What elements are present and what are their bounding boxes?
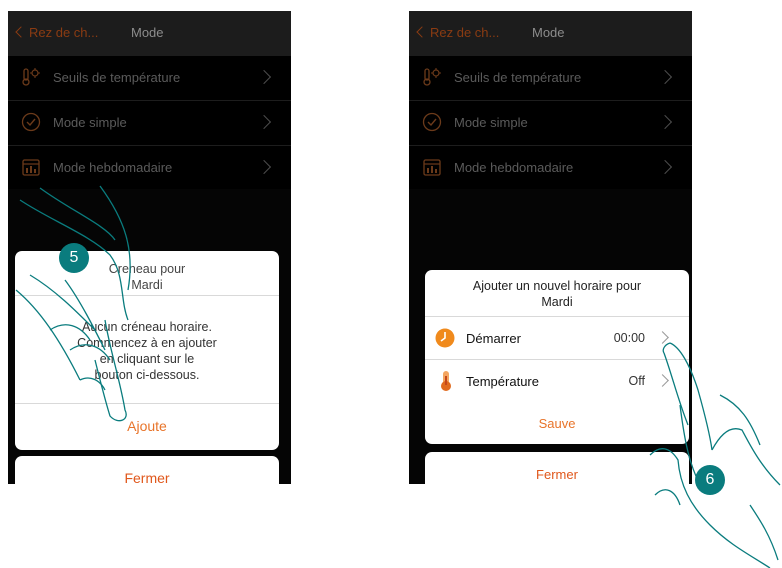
menu-item-temperature-thresholds[interactable]: Seuils de température — [8, 56, 291, 101]
back-label: Rez de ch... — [430, 25, 500, 40]
thermometer-icon — [441, 371, 451, 391]
menu-item-simple-mode[interactable]: Mode simple — [8, 101, 291, 146]
chevron-right-icon — [256, 114, 272, 130]
check-circle-icon — [21, 112, 41, 132]
dialog-title: Ajouter un nouvel horaire pour Mardi — [425, 278, 689, 310]
temperature-value: Off — [628, 374, 645, 388]
menu-item-label: Seuils de température — [454, 70, 582, 85]
page-title: Mode — [131, 25, 164, 40]
back-button[interactable]: Rez de ch... — [15, 25, 99, 40]
weekly-calendar-icon — [423, 159, 441, 176]
start-value: 00:00 — [613, 331, 645, 345]
weekly-calendar-icon — [22, 159, 40, 176]
menu-item-simple-mode[interactable]: Mode simple — [409, 101, 692, 146]
chevron-left-icon — [416, 26, 428, 38]
menu-item-weekly-mode[interactable]: Mode hebdomadaire — [409, 146, 692, 191]
close-button-label: Fermer — [124, 470, 170, 484]
pointing-hand-icon — [649, 342, 781, 568]
menu-item-label: Mode hebdomadaire — [454, 160, 574, 175]
thermometer-icon — [423, 68, 441, 86]
close-button[interactable]: Fermer — [15, 456, 279, 484]
pointing-hand-icon — [15, 185, 131, 422]
back-label: Rez de ch... — [29, 25, 99, 40]
dialog-title-line: Mardi — [541, 295, 573, 309]
step-badge-5: 5 — [59, 243, 89, 273]
temperature-label: Température — [466, 374, 539, 389]
menu-item-temperature-thresholds[interactable]: Seuils de température — [409, 56, 692, 101]
thermometer-icon — [22, 68, 40, 86]
dialog-title-line: Ajouter un nouvel horaire pour — [472, 279, 642, 293]
start-label: Démarrer — [466, 331, 521, 346]
chevron-right-icon — [256, 159, 272, 175]
top-bar: Rez de ch... Mode — [409, 11, 692, 56]
menu-item-label: Mode simple — [454, 115, 528, 130]
back-button[interactable]: Rez de ch... — [416, 25, 500, 40]
clock-icon — [435, 328, 455, 348]
menu-item-label: Mode simple — [53, 115, 127, 130]
chevron-right-icon — [657, 69, 673, 85]
chevron-right-icon — [657, 159, 673, 175]
step-badge-6: 6 — [695, 465, 725, 495]
menu-item-label: Seuils de température — [53, 70, 181, 85]
check-circle-icon — [422, 112, 442, 132]
top-bar: Rez de ch... Mode — [8, 11, 291, 56]
chevron-right-icon — [657, 114, 673, 130]
page-title: Mode — [532, 25, 565, 40]
menu-item-label: Mode hebdomadaire — [53, 160, 173, 175]
chevron-right-icon — [256, 69, 272, 85]
chevron-left-icon — [15, 26, 27, 38]
